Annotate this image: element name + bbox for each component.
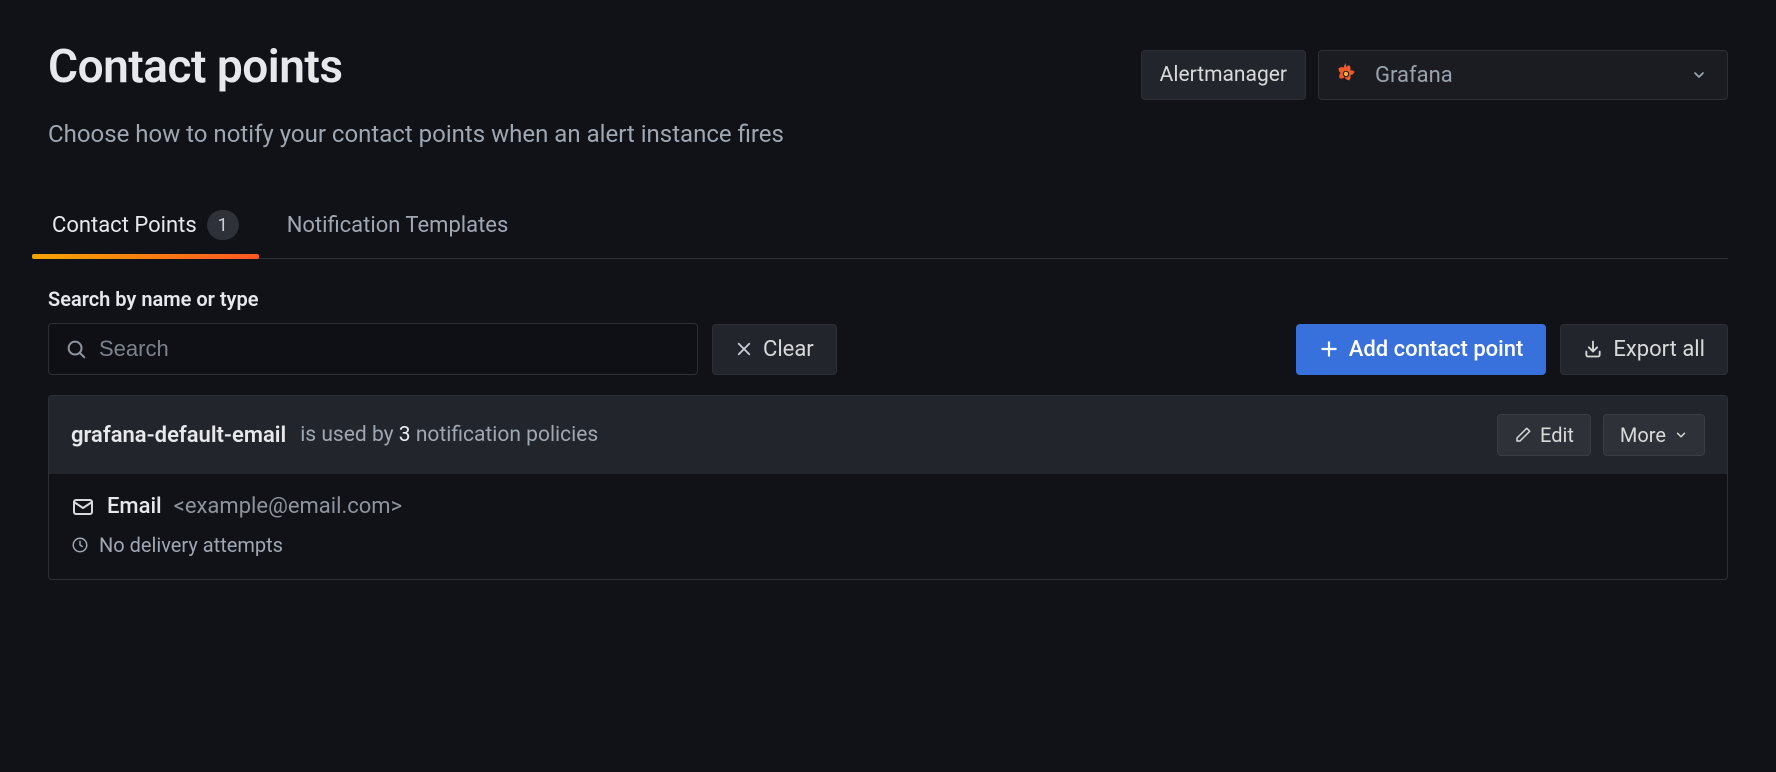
tabs: Contact Points 1 Notification Templates [48, 208, 1728, 259]
search-input-wrap[interactable] [48, 323, 698, 375]
pencil-icon [1514, 426, 1532, 444]
contact-point-usage: is used by 3 notification policies [300, 423, 598, 447]
edit-button[interactable]: Edit [1497, 414, 1591, 456]
tab-notification-templates-label: Notification Templates [287, 213, 509, 238]
more-button[interactable]: More [1603, 414, 1705, 456]
alertmanager-label: Alertmanager [1141, 50, 1306, 100]
integration-address: <example@email.com> [174, 494, 402, 519]
integration-status: No delivery attempts [71, 533, 1705, 557]
search-section-label: Search by name or type [48, 287, 1728, 311]
search-input[interactable] [99, 336, 681, 362]
chevron-down-icon [1691, 67, 1707, 83]
contact-point-card: grafana-default-email is used by 3 notif… [48, 395, 1728, 580]
mail-icon [71, 495, 95, 519]
contact-point-header: grafana-default-email is used by 3 notif… [49, 396, 1727, 474]
clear-button[interactable]: Clear [712, 324, 837, 375]
tab-notification-templates[interactable]: Notification Templates [283, 208, 513, 258]
integration-type: Email [107, 494, 162, 519]
grafana-icon [1333, 61, 1359, 89]
clear-button-label: Clear [763, 337, 814, 362]
alertmanager-select-value: Grafana [1375, 63, 1675, 88]
export-all-button[interactable]: Export all [1560, 324, 1728, 375]
page-title: Contact points [48, 40, 343, 94]
tab-contact-points-label: Contact Points [52, 213, 197, 238]
chevron-down-icon [1674, 428, 1688, 442]
add-contact-point-button[interactable]: Add contact point [1296, 324, 1547, 375]
close-icon [735, 340, 753, 358]
tab-contact-points[interactable]: Contact Points 1 [48, 208, 243, 258]
search-icon [65, 338, 87, 360]
download-icon [1583, 339, 1603, 359]
export-all-label: Export all [1613, 337, 1705, 362]
alertmanager-select[interactable]: Grafana [1318, 50, 1728, 100]
plus-icon [1319, 339, 1339, 359]
page-subtitle: Choose how to notify your contact points… [48, 120, 1728, 148]
edit-button-label: Edit [1540, 423, 1574, 447]
clock-icon [71, 536, 89, 554]
tab-contact-points-count: 1 [207, 210, 239, 240]
integration-status-text: No delivery attempts [99, 533, 283, 557]
add-contact-point-label: Add contact point [1349, 337, 1524, 362]
more-button-label: More [1620, 423, 1666, 447]
integration-row: Email <example@email.com> [71, 494, 1705, 519]
contact-point-name: grafana-default-email [71, 423, 286, 448]
